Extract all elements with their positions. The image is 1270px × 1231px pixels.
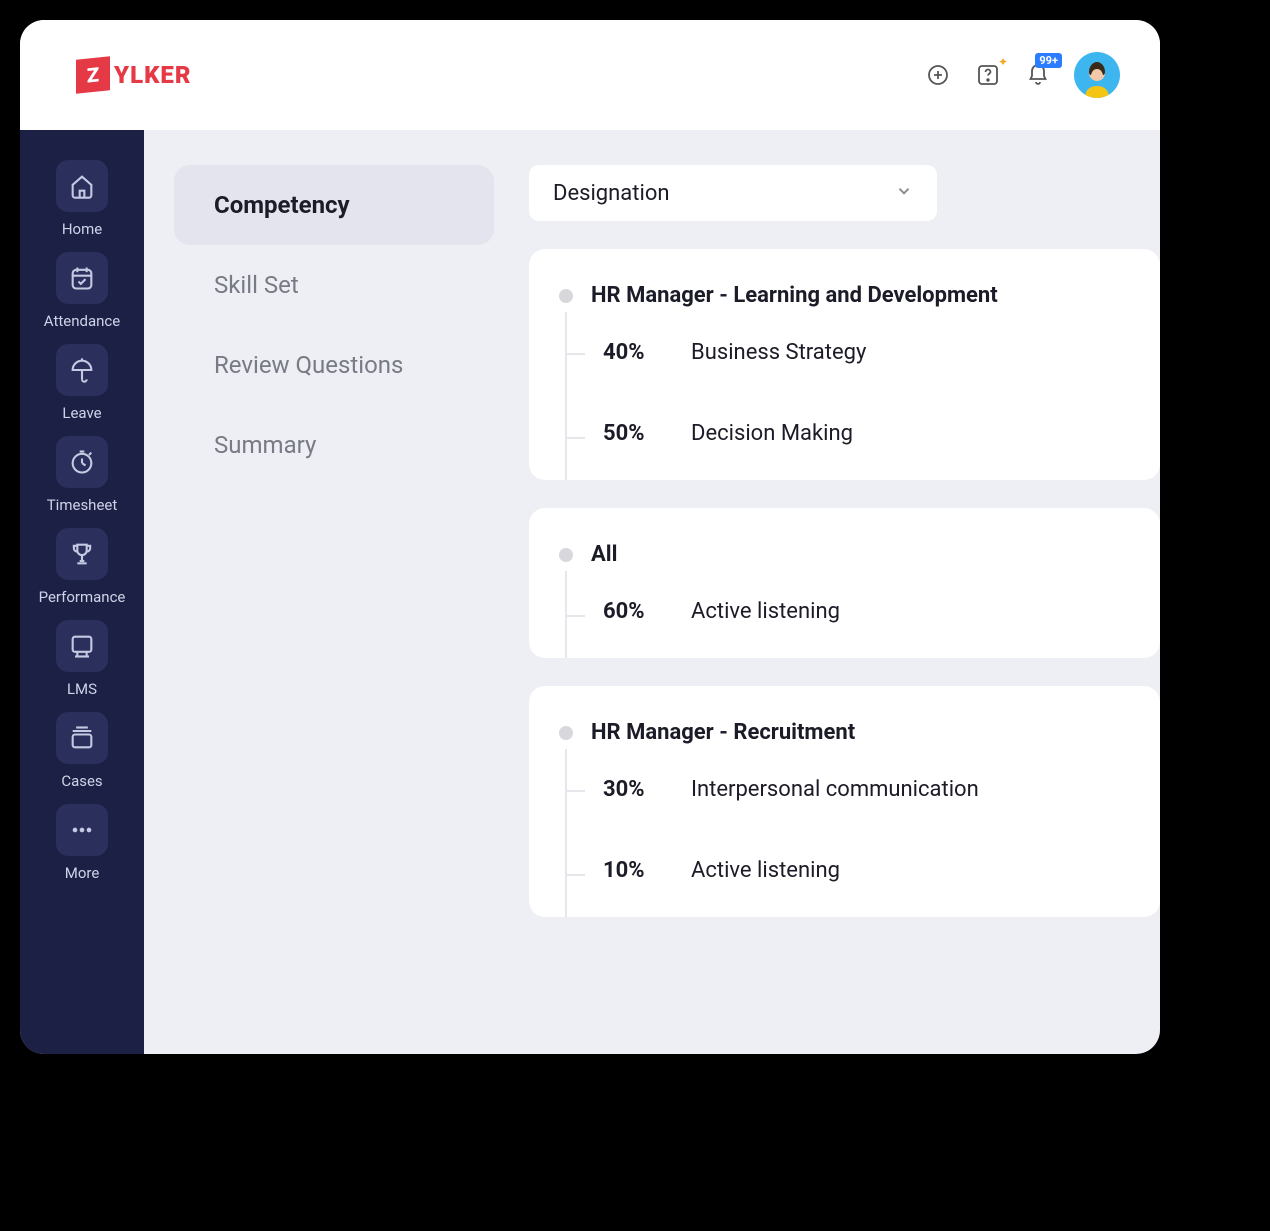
plus-circle-icon: [926, 63, 950, 87]
avatar-icon: [1077, 58, 1117, 98]
item-label: Decision Making: [691, 421, 853, 446]
list-item: 10% Active listening: [567, 830, 1124, 917]
list-item: 30% Interpersonal communication: [567, 749, 1124, 830]
sidebar-item-label: More: [65, 864, 100, 882]
avatar[interactable]: [1074, 52, 1120, 98]
sidebar-item-label: Leave: [62, 404, 101, 422]
item-percent: 40%: [603, 340, 665, 365]
item-percent: 30%: [603, 777, 665, 802]
dropdown-label: Designation: [553, 181, 670, 206]
item-label: Business Strategy: [691, 340, 866, 365]
bullet-icon: [559, 548, 573, 562]
tab-list: Competency Skill Set Review Questions Su…: [174, 165, 494, 1054]
sidebar-item-attendance[interactable]: Attendance: [20, 252, 144, 330]
sidebar-item-cases[interactable]: Cases: [20, 712, 144, 790]
chevron-down-icon: [895, 181, 913, 206]
sidebar: Home Attendance Leave Timesheet Performa…: [20, 130, 144, 1054]
logo: Z YLKER: [76, 58, 192, 92]
card-title: HR Manager - Learning and Development: [591, 283, 998, 308]
trophy-icon: [56, 528, 108, 580]
body: Home Attendance Leave Timesheet Performa…: [20, 130, 1160, 1054]
logo-badge: Z: [76, 56, 110, 94]
sidebar-item-more[interactable]: More: [20, 804, 144, 882]
presentation-icon: [56, 620, 108, 672]
sparkle-icon: ✦: [998, 55, 1008, 69]
content-column: Designation HR Manager - Learning and De…: [529, 165, 1160, 1054]
card-title: HR Manager - Recruitment: [591, 720, 855, 745]
sidebar-item-home[interactable]: Home: [20, 160, 144, 238]
tab-summary[interactable]: Summary: [174, 405, 494, 485]
bullet-icon: [559, 726, 573, 740]
sidebar-item-performance[interactable]: Performance: [20, 528, 144, 606]
tab-review-questions[interactable]: Review Questions: [174, 325, 494, 405]
card-header: All: [559, 542, 1124, 567]
item-percent: 50%: [603, 421, 665, 446]
item-label: Active listening: [691, 599, 840, 624]
sidebar-item-lms[interactable]: LMS: [20, 620, 144, 698]
briefcase-icon: [56, 712, 108, 764]
sidebar-item-label: Timesheet: [47, 496, 118, 514]
logo-text: YLKER: [114, 61, 192, 89]
calendar-icon: [56, 252, 108, 304]
help-icon: [976, 63, 1000, 87]
card-items: 60% Active listening: [565, 571, 1124, 658]
card-items: 30% Interpersonal communication 10% Acti…: [565, 749, 1124, 917]
bullet-icon: [559, 289, 573, 303]
sidebar-item-leave[interactable]: Leave: [20, 344, 144, 422]
card-header: HR Manager - Recruitment: [559, 720, 1124, 745]
card-header: HR Manager - Learning and Development: [559, 283, 1124, 308]
designation-dropdown[interactable]: Designation: [529, 165, 937, 221]
competency-card: HR Manager - Learning and Development 40…: [529, 249, 1160, 480]
list-item: 40% Business Strategy: [567, 312, 1124, 393]
sidebar-item-label: Performance: [39, 588, 126, 606]
help-button[interactable]: ✦: [974, 61, 1002, 89]
list-item: 50% Decision Making: [567, 393, 1124, 480]
header-actions: ✦ 99+: [924, 52, 1120, 98]
sidebar-item-label: Home: [62, 220, 102, 238]
main-content: Competency Skill Set Review Questions Su…: [144, 130, 1160, 1054]
card-items: 40% Business Strategy 50% Decision Makin…: [565, 312, 1124, 480]
more-icon: [56, 804, 108, 856]
umbrella-icon: [56, 344, 108, 396]
clock-icon: [56, 436, 108, 488]
sidebar-item-label: LMS: [67, 680, 97, 698]
tab-skill-set[interactable]: Skill Set: [174, 245, 494, 325]
tab-competency[interactable]: Competency: [174, 165, 494, 245]
sidebar-item-label: Cases: [61, 772, 102, 790]
competency-card: HR Manager - Recruitment 30% Interperson…: [529, 686, 1160, 917]
notification-badge: 99+: [1035, 53, 1062, 68]
item-percent: 60%: [603, 599, 665, 624]
card-title: All: [591, 542, 617, 567]
add-button[interactable]: [924, 61, 952, 89]
list-item: 60% Active listening: [567, 571, 1124, 658]
sidebar-item-label: Attendance: [44, 312, 120, 330]
home-icon: [56, 160, 108, 212]
item-label: Active listening: [691, 858, 840, 883]
app-window: Z YLKER ✦ 99+: [20, 20, 1160, 1054]
notifications-button[interactable]: 99+: [1024, 61, 1052, 89]
header: Z YLKER ✦ 99+: [20, 20, 1160, 130]
item-percent: 10%: [603, 858, 665, 883]
sidebar-item-timesheet[interactable]: Timesheet: [20, 436, 144, 514]
item-label: Interpersonal communication: [691, 777, 979, 802]
competency-card: All 60% Active listening: [529, 508, 1160, 658]
